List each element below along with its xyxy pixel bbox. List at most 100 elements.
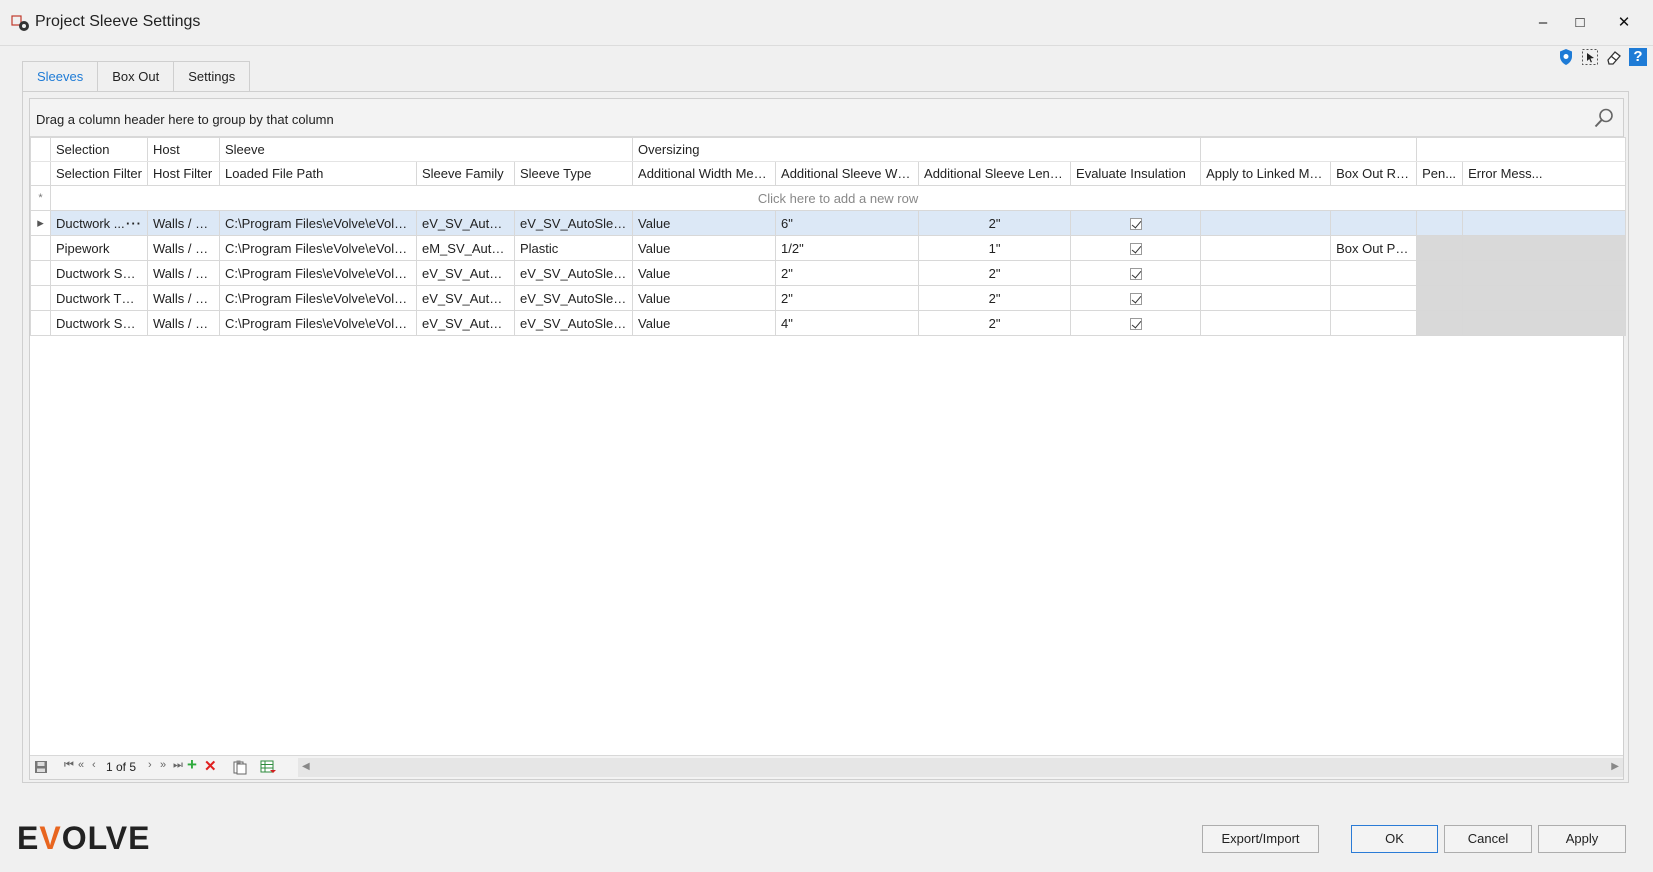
cell-sleeve-width[interactable]: 2" [775, 260, 920, 286]
col-selection-filter[interactable]: Selection Filter [50, 161, 148, 186]
export-grid-icon[interactable] [260, 759, 277, 775]
cell-loaded-file-path[interactable]: C:\Program Files\eVolve\eVolve ... [219, 210, 417, 236]
tab-box-out[interactable]: Box Out [97, 61, 175, 92]
maximize-button[interactable]: □ [1565, 10, 1595, 36]
col-pen[interactable]: Pen... [1416, 161, 1464, 186]
prev-page-button[interactable]: « [78, 759, 84, 771]
band-sleeve[interactable]: Sleeve [218, 137, 634, 162]
band-oversizing[interactable]: Oversizing [632, 137, 1202, 162]
insulation-checkbox[interactable] [1129, 218, 1142, 231]
cell-sleeve-family[interactable]: eV_SV_AutoSl... [416, 310, 515, 336]
cell-loaded-file-path[interactable]: C:\Program Files\eVolve\eVolve ... [219, 235, 417, 261]
cell-sleeve-width[interactable]: 1/2" [775, 235, 920, 261]
cell-width-method[interactable]: Value [632, 310, 777, 336]
cell-host-filter[interactable]: Walls / Fl... [147, 235, 220, 261]
cell-box-out-rule[interactable] [1330, 210, 1418, 236]
col-additional-width-method[interactable]: Additional Width Method [632, 161, 777, 186]
prev-record-button[interactable]: ‹ [92, 759, 96, 771]
cell-apply-linked[interactable] [1200, 310, 1332, 336]
col-error-message[interactable]: Error Mess... [1462, 161, 1627, 186]
cell-evaluate-insulation[interactable] [1070, 235, 1202, 261]
col-apply-to-linked-model[interactable]: Apply to Linked Model [1200, 161, 1332, 186]
cell-box-out-rule[interactable] [1330, 260, 1418, 286]
band-status[interactable] [1416, 137, 1627, 162]
cell-apply-linked[interactable] [1200, 260, 1332, 286]
cell-apply-linked[interactable] [1200, 235, 1332, 261]
col-additional-sleeve-width[interactable]: Additional Sleeve Width [775, 161, 920, 186]
col-evaluate-insulation[interactable]: Evaluate Insulation [1070, 161, 1202, 186]
cell-sleeve-length[interactable]: 2" [918, 310, 1072, 336]
help-icon[interactable]: ? [1629, 48, 1647, 66]
cell-sleeve-family[interactable]: eM_SV_AutoS... [416, 235, 515, 261]
first-record-button[interactable]: ⏮ [64, 759, 74, 772]
table-row[interactable]: Ductwork S&D... Walls / Fl... C:\Program… [30, 260, 1627, 286]
col-sleeve-type[interactable]: Sleeve Type [513, 161, 634, 186]
cell-sleeve-type[interactable]: eV_SV_AutoSleev... [513, 260, 634, 286]
ellipsis-button[interactable]: ··· [126, 216, 142, 231]
col-sleeve-family[interactable]: Sleeve Family [416, 161, 515, 186]
table-row[interactable]: Ductwork TDC... Walls / Fl... C:\Program… [30, 285, 1627, 311]
table-row[interactable]: Ductwork S&D... Walls / Fl... C:\Program… [30, 310, 1627, 336]
cell-box-out-rule[interactable]: Box Out Pipe [1330, 235, 1418, 261]
cell-evaluate-insulation[interactable] [1070, 285, 1202, 311]
cell-sleeve-length[interactable]: 1" [918, 235, 1072, 261]
cell-evaluate-insulation[interactable] [1070, 210, 1202, 236]
cell-sleeve-family[interactable]: eV_SV_AutoSl... [416, 210, 515, 236]
add-record-button[interactable]: + [187, 755, 197, 775]
cell-sleeve-width[interactable]: 2" [775, 285, 920, 311]
group-by-panel[interactable]: Drag a column header here to group by th… [30, 99, 1623, 137]
cell-selection-filter[interactable]: Ductwork S&D... [50, 260, 148, 286]
cell-host-filter[interactable]: Walls / Fl... [147, 260, 220, 286]
clipboard-icon[interactable] [232, 759, 248, 775]
scroll-left-icon[interactable]: ◀ [302, 761, 310, 772]
cell-loaded-file-path[interactable]: C:\Program Files\eVolve\eVolve ... [219, 310, 417, 336]
insulation-checkbox[interactable] [1129, 293, 1142, 306]
col-host-filter[interactable]: Host Filter [147, 161, 220, 186]
cell-sleeve-type[interactable]: Plastic [513, 235, 634, 261]
close-button[interactable]: ✕ [1609, 10, 1639, 36]
cancel-button[interactable]: Cancel [1444, 825, 1532, 853]
ok-button[interactable]: OK [1351, 825, 1438, 853]
col-additional-sleeve-length[interactable]: Additional Sleeve Length [918, 161, 1072, 186]
cell-selection-filter[interactable]: Ductwork S&D... [50, 310, 148, 336]
col-loaded-file-path[interactable]: Loaded File Path [219, 161, 417, 186]
cell-width-method[interactable]: Value [632, 260, 777, 286]
cell-loaded-file-path[interactable]: C:\Program Files\eVolve\eVolve ... [219, 260, 417, 286]
col-box-out-rule[interactable]: Box Out Rule [1330, 161, 1418, 186]
new-row[interactable]: * Click here to add a new row [30, 185, 1627, 211]
delete-record-button[interactable]: ✕ [204, 757, 217, 775]
cell-host-filter[interactable]: Walls / Fl... [147, 285, 220, 311]
cell-host-filter[interactable]: Walls / Fl... [147, 310, 220, 336]
cell-evaluate-insulation[interactable] [1070, 260, 1202, 286]
cell-host-filter[interactable]: Walls / Fl... [147, 210, 220, 236]
next-record-button[interactable]: › [148, 759, 152, 771]
cell-sleeve-type[interactable]: eV_SV_AutoSleev... [513, 210, 634, 236]
cell-sleeve-length[interactable]: 2" [918, 260, 1072, 286]
export-import-button[interactable]: Export/Import [1202, 825, 1319, 853]
cell-sleeve-length[interactable]: 2" [918, 210, 1072, 236]
eraser-icon[interactable] [1605, 48, 1623, 66]
cell-apply-linked[interactable] [1200, 285, 1332, 311]
cell-sleeve-length[interactable]: 2" [918, 285, 1072, 311]
cell-evaluate-insulation[interactable] [1070, 310, 1202, 336]
table-row[interactable]: ▸ Ductwork ... ··· Walls / Fl... C:\Progr… [30, 210, 1627, 236]
next-page-button[interactable]: » [160, 759, 166, 771]
cell-sleeve-width[interactable]: 6" [775, 210, 920, 236]
cell-width-method[interactable]: Value [632, 235, 777, 261]
cell-width-method[interactable]: Value [632, 285, 777, 311]
cell-selection-filter[interactable]: Pipework [50, 235, 148, 261]
minimize-button[interactable]: – [1528, 10, 1558, 36]
cell-sleeve-width[interactable]: 4" [775, 310, 920, 336]
apply-button[interactable]: Apply [1538, 825, 1626, 853]
last-record-button[interactable]: ⏭ [173, 759, 183, 772]
scroll-right-icon[interactable]: ▶ [1611, 761, 1619, 772]
cell-box-out-rule[interactable] [1330, 310, 1418, 336]
cell-sleeve-family[interactable]: eV_SV_AutoSl... [416, 260, 515, 286]
band-selection[interactable]: Selection [50, 137, 148, 162]
shield-icon[interactable] [1557, 48, 1575, 66]
insulation-checkbox[interactable] [1129, 268, 1142, 281]
cell-sleeve-family[interactable]: eV_SV_AutoSl... [416, 285, 515, 311]
cell-apply-linked[interactable] [1200, 210, 1332, 236]
cell-selection-filter[interactable]: Ductwork TDC... [50, 285, 148, 311]
search-icon[interactable] [1593, 107, 1615, 129]
